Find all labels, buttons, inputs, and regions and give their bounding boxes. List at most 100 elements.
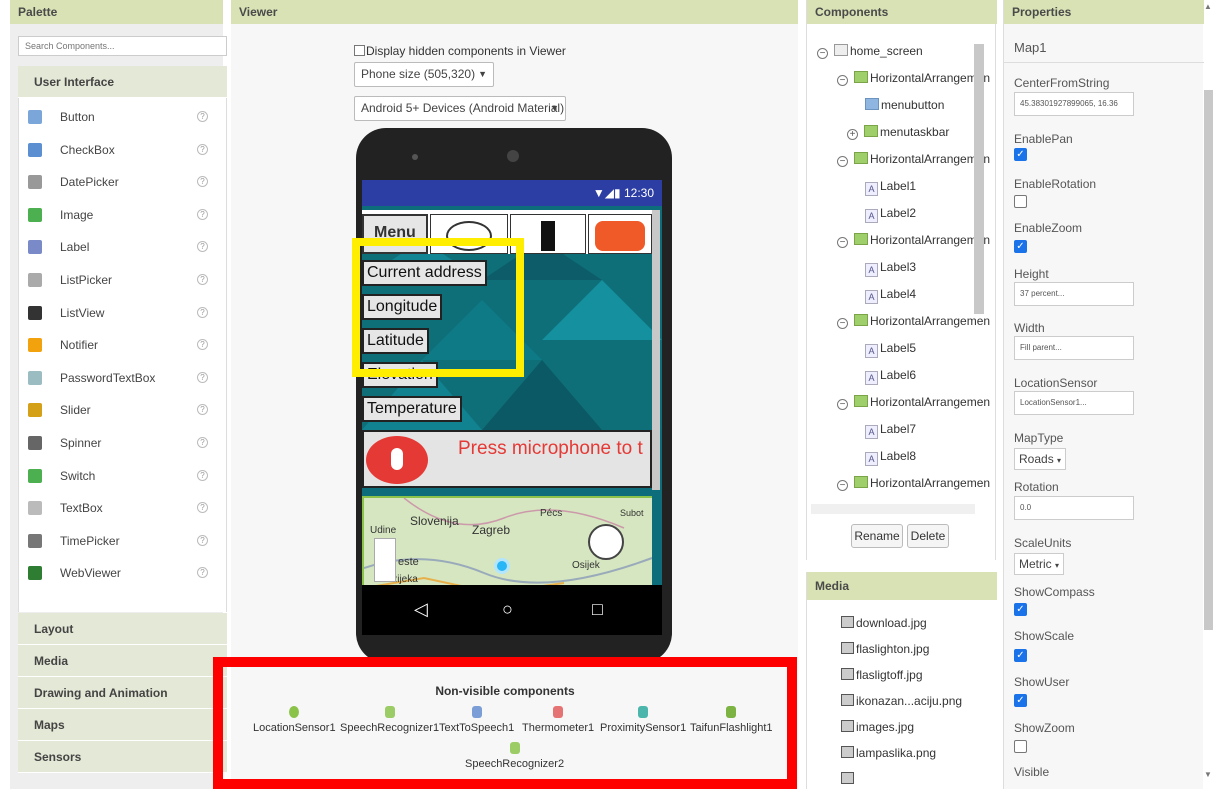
palette-item-datepicker[interactable]: DatePicker? xyxy=(19,166,228,198)
tree-node[interactable]: A Label2 xyxy=(865,206,916,223)
tree-node[interactable]: + menutaskbar xyxy=(847,125,949,140)
prop-rotation-input[interactable]: 0.0 xyxy=(1014,496,1134,520)
prop-map-type-dropdown[interactable]: Roads ▾ xyxy=(1014,448,1067,470)
help-icon[interactable]: ? xyxy=(197,534,208,546)
media-file[interactable]: ikonazan...aciju.png xyxy=(841,694,962,708)
palette-item-textbox[interactable]: TextBox? xyxy=(19,492,228,524)
help-icon[interactable]: ? xyxy=(197,469,208,481)
nonvisible-speech-recognizer-2[interactable]: SpeechRecognizer2 xyxy=(465,742,564,770)
tree-hscrollbar[interactable] xyxy=(811,504,975,514)
collapse-icon[interactable]: − xyxy=(837,75,848,86)
tree-node[interactable]: A Label1 xyxy=(865,179,916,196)
collapse-icon[interactable]: − xyxy=(837,237,848,248)
help-icon[interactable]: ? xyxy=(197,111,208,122)
collapse-icon[interactable]: − xyxy=(837,399,848,410)
palette-item-spinner[interactable]: Spinner? xyxy=(19,427,228,459)
scroll-up-icon[interactable]: ▲ xyxy=(1204,2,1212,11)
help-icon[interactable]: ? xyxy=(197,176,208,188)
microphone-row[interactable]: Press microphone to t xyxy=(362,430,652,488)
media-file[interactable]: download.jpg xyxy=(841,616,927,630)
prop-show-scale-checkbox[interactable]: ✓ xyxy=(1014,649,1027,662)
tree-node[interactable]: menubutton xyxy=(865,98,944,112)
nonvisible-taifun-flashlight[interactable]: TaifunFlashlight1 xyxy=(690,706,773,734)
tree-node[interactable]: A Label6 xyxy=(865,368,916,385)
delete-button[interactable]: Delete xyxy=(907,524,949,548)
prop-width-input[interactable]: Fill parent... xyxy=(1014,336,1134,360)
palette-item-listview[interactable]: ListView? xyxy=(19,297,228,329)
tree-node[interactable]: − HorizontalArrangemen xyxy=(837,233,990,248)
tree-node[interactable]: A Label4 xyxy=(865,287,916,304)
tree-node[interactable]: A Label8 xyxy=(865,449,916,466)
collapse-icon[interactable]: − xyxy=(837,156,848,167)
rename-button[interactable]: Rename xyxy=(851,524,903,548)
category-layout[interactable]: Layout xyxy=(18,613,227,645)
palette-item-webviewer[interactable]: WebViewer? xyxy=(19,557,228,589)
tree-node[interactable]: − HorizontalArrangemen xyxy=(837,395,990,410)
help-icon[interactable]: ? xyxy=(197,306,208,318)
prop-enable-rotation-checkbox[interactable] xyxy=(1014,195,1027,208)
help-icon[interactable]: ? xyxy=(197,274,208,285)
collapse-icon[interactable]: − xyxy=(817,48,828,59)
help-icon[interactable]: ? xyxy=(197,567,208,579)
palette-item-notifier[interactable]: Notifier? xyxy=(19,329,228,361)
tree-node[interactable]: A Label3 xyxy=(865,260,916,277)
nonvisible-proximity-sensor[interactable]: ProximitySensor1 xyxy=(600,706,686,734)
home-icon[interactable]: ○ xyxy=(502,599,513,620)
palette-item-listpicker[interactable]: ListPicker? xyxy=(19,264,228,296)
help-icon[interactable]: ? xyxy=(197,502,208,514)
search-components-input[interactable] xyxy=(18,36,227,56)
help-icon[interactable]: ? xyxy=(197,208,208,220)
boat-button[interactable] xyxy=(588,214,652,254)
phone-size-select[interactable]: Phone size (505,320) ▼ xyxy=(354,62,494,87)
media-file[interactable]: images.jpg xyxy=(841,720,914,734)
media-file[interactable]: flaslighton.jpg xyxy=(841,642,929,656)
palette-item-checkbox[interactable]: CheckBox? xyxy=(19,134,228,166)
help-icon[interactable]: ? xyxy=(197,437,208,448)
prop-height-input[interactable]: 37 percent... xyxy=(1014,282,1134,306)
tree-node[interactable]: − HorizontalArrangemen xyxy=(837,71,990,86)
collapse-icon[interactable]: − xyxy=(837,480,848,491)
prop-scale-units-dropdown[interactable]: Metric ▾ xyxy=(1014,553,1065,575)
palette-item-image[interactable]: Image? xyxy=(19,199,228,231)
scroll-down-icon[interactable]: ▼ xyxy=(1204,770,1212,779)
expand-icon[interactable]: + xyxy=(847,129,858,140)
media-file[interactable]: lampaslika.png xyxy=(841,746,936,760)
screen-scrollbar[interactable] xyxy=(652,210,660,490)
nonvisible-speech-recognizer-1[interactable]: SpeechRecognizer1 xyxy=(340,706,439,734)
palette-item-label[interactable]: Label? xyxy=(19,231,228,263)
media-file-partial[interactable] xyxy=(841,772,856,786)
category-media[interactable]: Media xyxy=(18,645,227,677)
tree-node[interactable]: − HorizontalArrangemen xyxy=(837,152,990,167)
page-scrollbar[interactable] xyxy=(1204,90,1213,630)
tree-node[interactable]: A Label7 xyxy=(865,422,916,439)
category-sensors[interactable]: Sensors xyxy=(18,741,227,773)
category-drawing-animation[interactable]: Drawing and Animation xyxy=(18,677,227,709)
prop-enable-zoom-checkbox[interactable]: ✓ xyxy=(1014,240,1027,253)
tree-scrollbar[interactable] xyxy=(974,44,984,314)
palette-item-passwordtextbox[interactable]: PasswordTextBox? xyxy=(19,362,228,394)
category-user-interface[interactable]: User Interface xyxy=(18,66,227,98)
recents-icon[interactable]: □ xyxy=(592,599,603,620)
media-file[interactable]: flasligtoff.jpg xyxy=(841,668,923,682)
prop-show-compass-checkbox[interactable]: ✓ xyxy=(1014,603,1027,616)
help-icon[interactable]: ? xyxy=(197,371,208,383)
prop-center-from-string-input[interactable]: 45.38301927899065, 16.36 xyxy=(1014,92,1134,116)
category-maps[interactable]: Maps xyxy=(18,709,227,741)
prop-show-zoom-checkbox[interactable] xyxy=(1014,740,1027,753)
help-icon[interactable]: ? xyxy=(197,339,208,351)
collapse-icon[interactable]: − xyxy=(837,318,848,329)
microphone-icon[interactable] xyxy=(366,436,428,484)
tree-node[interactable]: − HorizontalArrangemen xyxy=(837,476,990,491)
prop-show-user-checkbox[interactable]: ✓ xyxy=(1014,694,1027,707)
prop-location-sensor-input[interactable]: LocationSensor1... xyxy=(1014,391,1134,415)
checkbox-box[interactable] xyxy=(354,45,365,56)
help-icon[interactable]: ? xyxy=(197,143,208,155)
tree-node[interactable]: A Label5 xyxy=(865,341,916,358)
palette-item-switch[interactable]: Switch? xyxy=(19,460,228,492)
back-icon[interactable]: ◁ xyxy=(414,599,428,620)
prop-enable-pan-checkbox[interactable]: ✓ xyxy=(1014,148,1027,161)
nonvisible-location-sensor[interactable]: LocationSensor1 xyxy=(253,706,336,734)
theme-select[interactable]: Android 5+ Devices (Android Material) ▼ xyxy=(354,96,566,121)
palette-item-slider[interactable]: Slider? xyxy=(19,394,228,426)
tree-node[interactable]: − HorizontalArrangemen xyxy=(837,314,990,329)
